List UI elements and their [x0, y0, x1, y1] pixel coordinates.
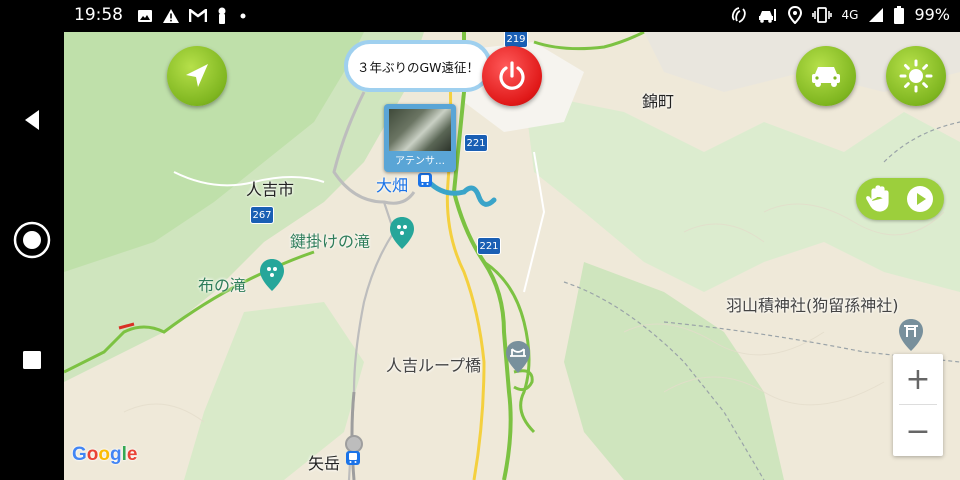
image-icon	[138, 10, 152, 22]
navigate-button[interactable]	[167, 46, 227, 106]
photo-caption: アテンサ…	[395, 156, 445, 167]
zoom-out-button[interactable]: −	[893, 406, 943, 456]
flashlight-icon	[218, 7, 226, 24]
road-sign-221-south: 221	[477, 237, 501, 255]
car-icon	[812, 67, 840, 87]
road-sign-221-north: 221	[464, 134, 488, 152]
status-bar: 19:58 4G 99%	[0, 0, 960, 32]
place-label-nuno-falls[interactable]: 布の滝	[198, 272, 246, 296]
bridge-pin-icon[interactable]	[505, 340, 531, 374]
battery-icon	[894, 5, 905, 24]
place-label-ohata[interactable]: 大畑	[376, 172, 408, 196]
road-sign-267: 267	[250, 206, 274, 224]
brightness-button[interactable]	[886, 46, 946, 106]
google-logo: Google	[72, 444, 138, 465]
place-label-kagikake-falls[interactable]: 鍵掛けの滝	[290, 228, 370, 252]
navigation-bar	[0, 32, 64, 480]
photo-marker[interactable]: アテンサ…	[384, 104, 456, 172]
train-station-icon	[418, 173, 432, 187]
dot-icon	[240, 13, 246, 19]
car-mode-icon	[758, 8, 776, 23]
waterfall-pin-icon[interactable]	[259, 258, 285, 292]
place-label-yatake[interactable]: 矢岳	[308, 450, 340, 474]
back-icon	[25, 110, 39, 130]
zoom-in-button[interactable]: +	[893, 354, 943, 404]
nfc-icon	[731, 6, 746, 23]
gmail-icon	[189, 9, 207, 22]
speech-bubble: ３年ぶりのGW遠征！	[344, 40, 492, 92]
back-button[interactable]	[10, 98, 54, 142]
map-view[interactable]: 219 221 221 267 錦町 人吉市 大畑 鍵掛けの滝 布の滝 羽山積神…	[64, 32, 960, 480]
status-time: 19:58	[74, 5, 123, 25]
train-station-icon	[346, 451, 360, 465]
zoom-divider	[899, 404, 937, 405]
photo-thumbnail	[389, 109, 451, 151]
place-label-hayama-shrine[interactable]: 羽山積神社(狗留孫神社)	[726, 292, 899, 316]
hand-icon	[866, 185, 889, 212]
place-label-loop-bridge[interactable]: 人吉ループ橋	[386, 352, 481, 376]
car-button[interactable]	[796, 46, 856, 106]
battery-level: 99%	[914, 5, 950, 24]
shrine-pin-icon[interactable]	[898, 318, 924, 352]
navigate-arrow-icon	[186, 64, 208, 87]
network-label: 4G	[841, 7, 859, 22]
place-label-nishikimachi[interactable]: 錦町	[642, 88, 674, 112]
play-icon	[907, 186, 933, 212]
vibrate-icon	[811, 6, 832, 23]
waterfall-pin-icon[interactable]	[389, 216, 415, 250]
warning-icon	[163, 9, 179, 23]
location-icon	[787, 5, 802, 24]
zoom-controls: + −	[893, 354, 943, 456]
home-icon	[13, 221, 51, 259]
recents-icon	[23, 351, 41, 369]
sun-icon	[899, 59, 933, 93]
hand-play-toggle[interactable]	[856, 178, 944, 220]
home-button[interactable]	[10, 218, 54, 262]
signal-icon	[869, 7, 884, 22]
place-label-hitoyoshi[interactable]: 人吉市	[246, 176, 294, 200]
power-icon	[499, 61, 525, 90]
status-icons-left	[137, 7, 249, 25]
power-button[interactable]	[482, 46, 542, 106]
status-icons-right: 4G 99%	[730, 5, 950, 24]
recents-button[interactable]	[10, 338, 54, 382]
